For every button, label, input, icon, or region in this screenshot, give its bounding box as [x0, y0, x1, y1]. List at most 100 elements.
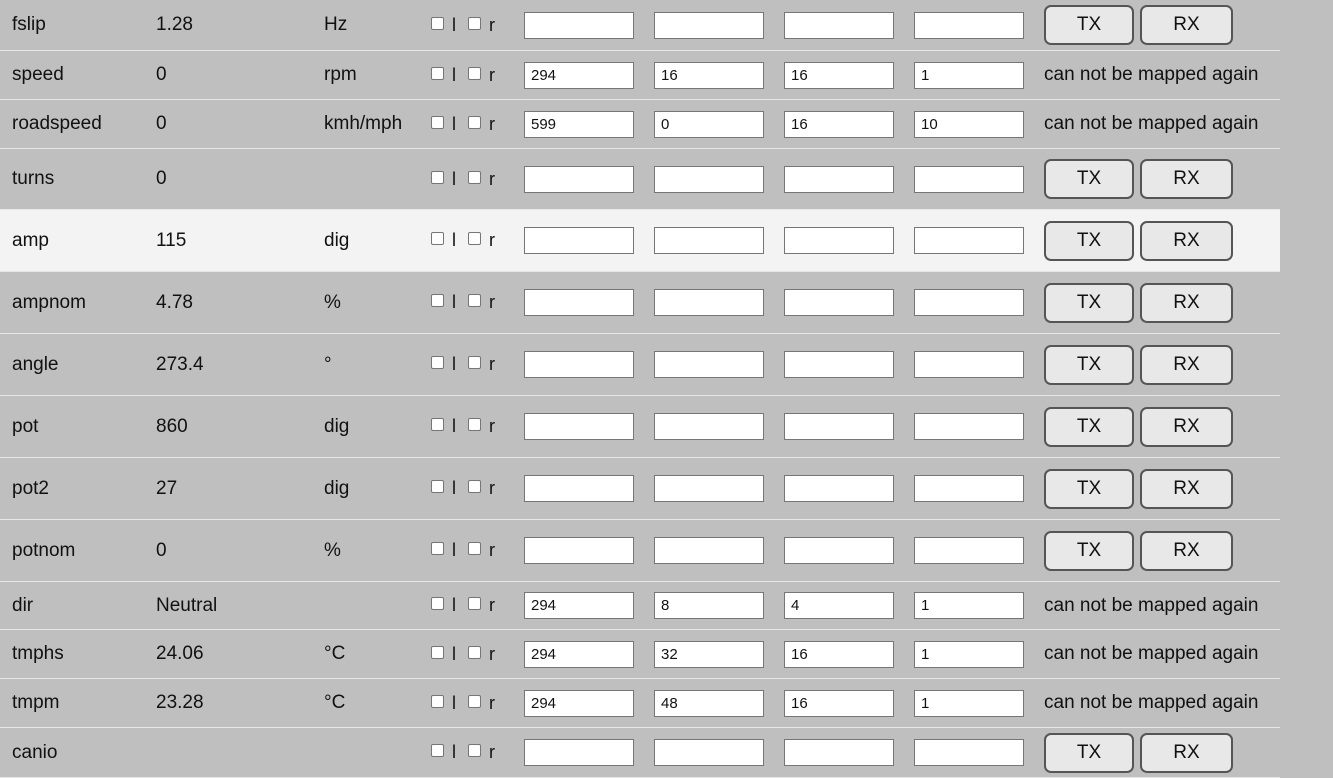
can-id-field[interactable] [524, 351, 634, 378]
length-field[interactable] [784, 227, 894, 254]
gain-field[interactable] [914, 351, 1024, 378]
position-field[interactable] [654, 739, 764, 766]
rx-button[interactable]: RX [1140, 5, 1233, 45]
tx-button[interactable]: TX [1044, 344, 1134, 385]
tx-button[interactable]: TX [1044, 159, 1134, 199]
can-id-field[interactable] [524, 289, 634, 316]
checkbox-r[interactable] [468, 480, 481, 493]
position-field[interactable] [654, 537, 764, 564]
length-field[interactable]: 16 [784, 110, 894, 138]
rx-button[interactable]: RX [1140, 732, 1233, 773]
checkbox-l[interactable] [431, 645, 444, 659]
can-id-field[interactable]: 599 [524, 110, 634, 138]
can-id-field[interactable] [524, 11, 634, 39]
checkbox-l[interactable] [431, 66, 444, 80]
gain-field[interactable]: 10 [914, 110, 1024, 138]
gain-field[interactable] [914, 413, 1024, 440]
can-id-field[interactable]: 294 [524, 640, 634, 668]
checkbox-l[interactable] [431, 170, 444, 184]
position-field[interactable] [654, 413, 764, 440]
checkbox-r[interactable] [468, 694, 481, 708]
checkbox-r[interactable] [468, 232, 481, 245]
can-id-field[interactable] [524, 165, 634, 193]
rx-button[interactable]: RX [1140, 468, 1233, 509]
gain-field[interactable] [914, 227, 1024, 254]
checkbox-r[interactable] [468, 744, 481, 757]
gain-field[interactable] [914, 11, 1024, 39]
gain-field[interactable]: 1 [914, 592, 1024, 619]
can-id-field[interactable]: 294 [524, 689, 634, 717]
rx-button[interactable]: RX [1140, 530, 1233, 571]
gain-field[interactable]: 1 [914, 689, 1024, 717]
rx-button[interactable]: RX [1140, 159, 1233, 199]
checkbox-r[interactable] [468, 294, 481, 307]
tx-button[interactable]: TX [1044, 468, 1134, 509]
gain-field[interactable]: 1 [914, 640, 1024, 668]
gain-field[interactable] [914, 165, 1024, 193]
gain-field[interactable]: 1 [914, 61, 1024, 89]
length-field[interactable]: 16 [784, 689, 894, 717]
tx-button[interactable]: TX [1044, 732, 1134, 773]
length-field[interactable] [784, 739, 894, 766]
gain-field[interactable] [914, 475, 1024, 502]
checkbox-l[interactable] [431, 480, 444, 493]
checkbox-r[interactable] [468, 170, 481, 184]
length-field[interactable] [784, 537, 894, 564]
checkbox-r[interactable] [468, 597, 481, 610]
gain-field[interactable] [914, 739, 1024, 766]
checkbox-l[interactable] [431, 418, 444, 431]
checkbox-r[interactable] [468, 645, 481, 659]
position-field[interactable]: 8 [654, 592, 764, 619]
position-field[interactable] [654, 351, 764, 378]
tx-button[interactable]: TX [1044, 220, 1134, 261]
rx-button[interactable]: RX [1140, 406, 1233, 447]
checkbox-r[interactable] [468, 418, 481, 431]
can-id-field[interactable]: 294 [524, 592, 634, 619]
gain-field[interactable] [914, 289, 1024, 316]
checkbox-l[interactable] [431, 542, 444, 555]
position-field[interactable] [654, 289, 764, 316]
length-field[interactable] [784, 11, 894, 39]
length-field[interactable]: 4 [784, 592, 894, 619]
rx-button[interactable]: RX [1140, 282, 1233, 323]
can-id-field[interactable] [524, 413, 634, 440]
position-field[interactable]: 32 [654, 640, 764, 668]
position-field[interactable]: 0 [654, 110, 764, 138]
checkbox-l[interactable] [431, 597, 444, 610]
checkbox-r[interactable] [468, 542, 481, 555]
checkbox-r[interactable] [468, 16, 481, 30]
checkbox-r[interactable] [468, 356, 481, 369]
position-field[interactable]: 16 [654, 61, 764, 89]
tx-button[interactable]: TX [1044, 530, 1134, 571]
checkbox-l[interactable] [431, 16, 444, 30]
length-field[interactable] [784, 475, 894, 502]
position-field[interactable]: 48 [654, 689, 764, 717]
length-field[interactable] [784, 289, 894, 316]
length-field[interactable] [784, 351, 894, 378]
length-field[interactable]: 16 [784, 640, 894, 668]
can-id-field[interactable] [524, 739, 634, 766]
checkbox-l[interactable] [431, 294, 444, 307]
tx-button[interactable]: TX [1044, 406, 1134, 447]
gain-field[interactable] [914, 537, 1024, 564]
checkbox-r[interactable] [468, 115, 481, 129]
length-field[interactable] [784, 413, 894, 440]
rx-button[interactable]: RX [1140, 220, 1233, 261]
checkbox-l[interactable] [431, 115, 444, 129]
can-id-field[interactable] [524, 537, 634, 564]
checkbox-l[interactable] [431, 744, 444, 757]
position-field[interactable] [654, 227, 764, 254]
checkbox-l[interactable] [431, 356, 444, 369]
rx-button[interactable]: RX [1140, 344, 1233, 385]
tx-button[interactable]: TX [1044, 282, 1134, 323]
checkbox-r[interactable] [468, 66, 481, 80]
can-id-field[interactable]: 294 [524, 61, 634, 89]
position-field[interactable] [654, 165, 764, 193]
length-field[interactable] [784, 165, 894, 193]
position-field[interactable] [654, 475, 764, 502]
position-field[interactable] [654, 11, 764, 39]
length-field[interactable]: 16 [784, 61, 894, 89]
can-id-field[interactable] [524, 227, 634, 254]
checkbox-l[interactable] [431, 232, 444, 245]
checkbox-l[interactable] [431, 694, 444, 708]
